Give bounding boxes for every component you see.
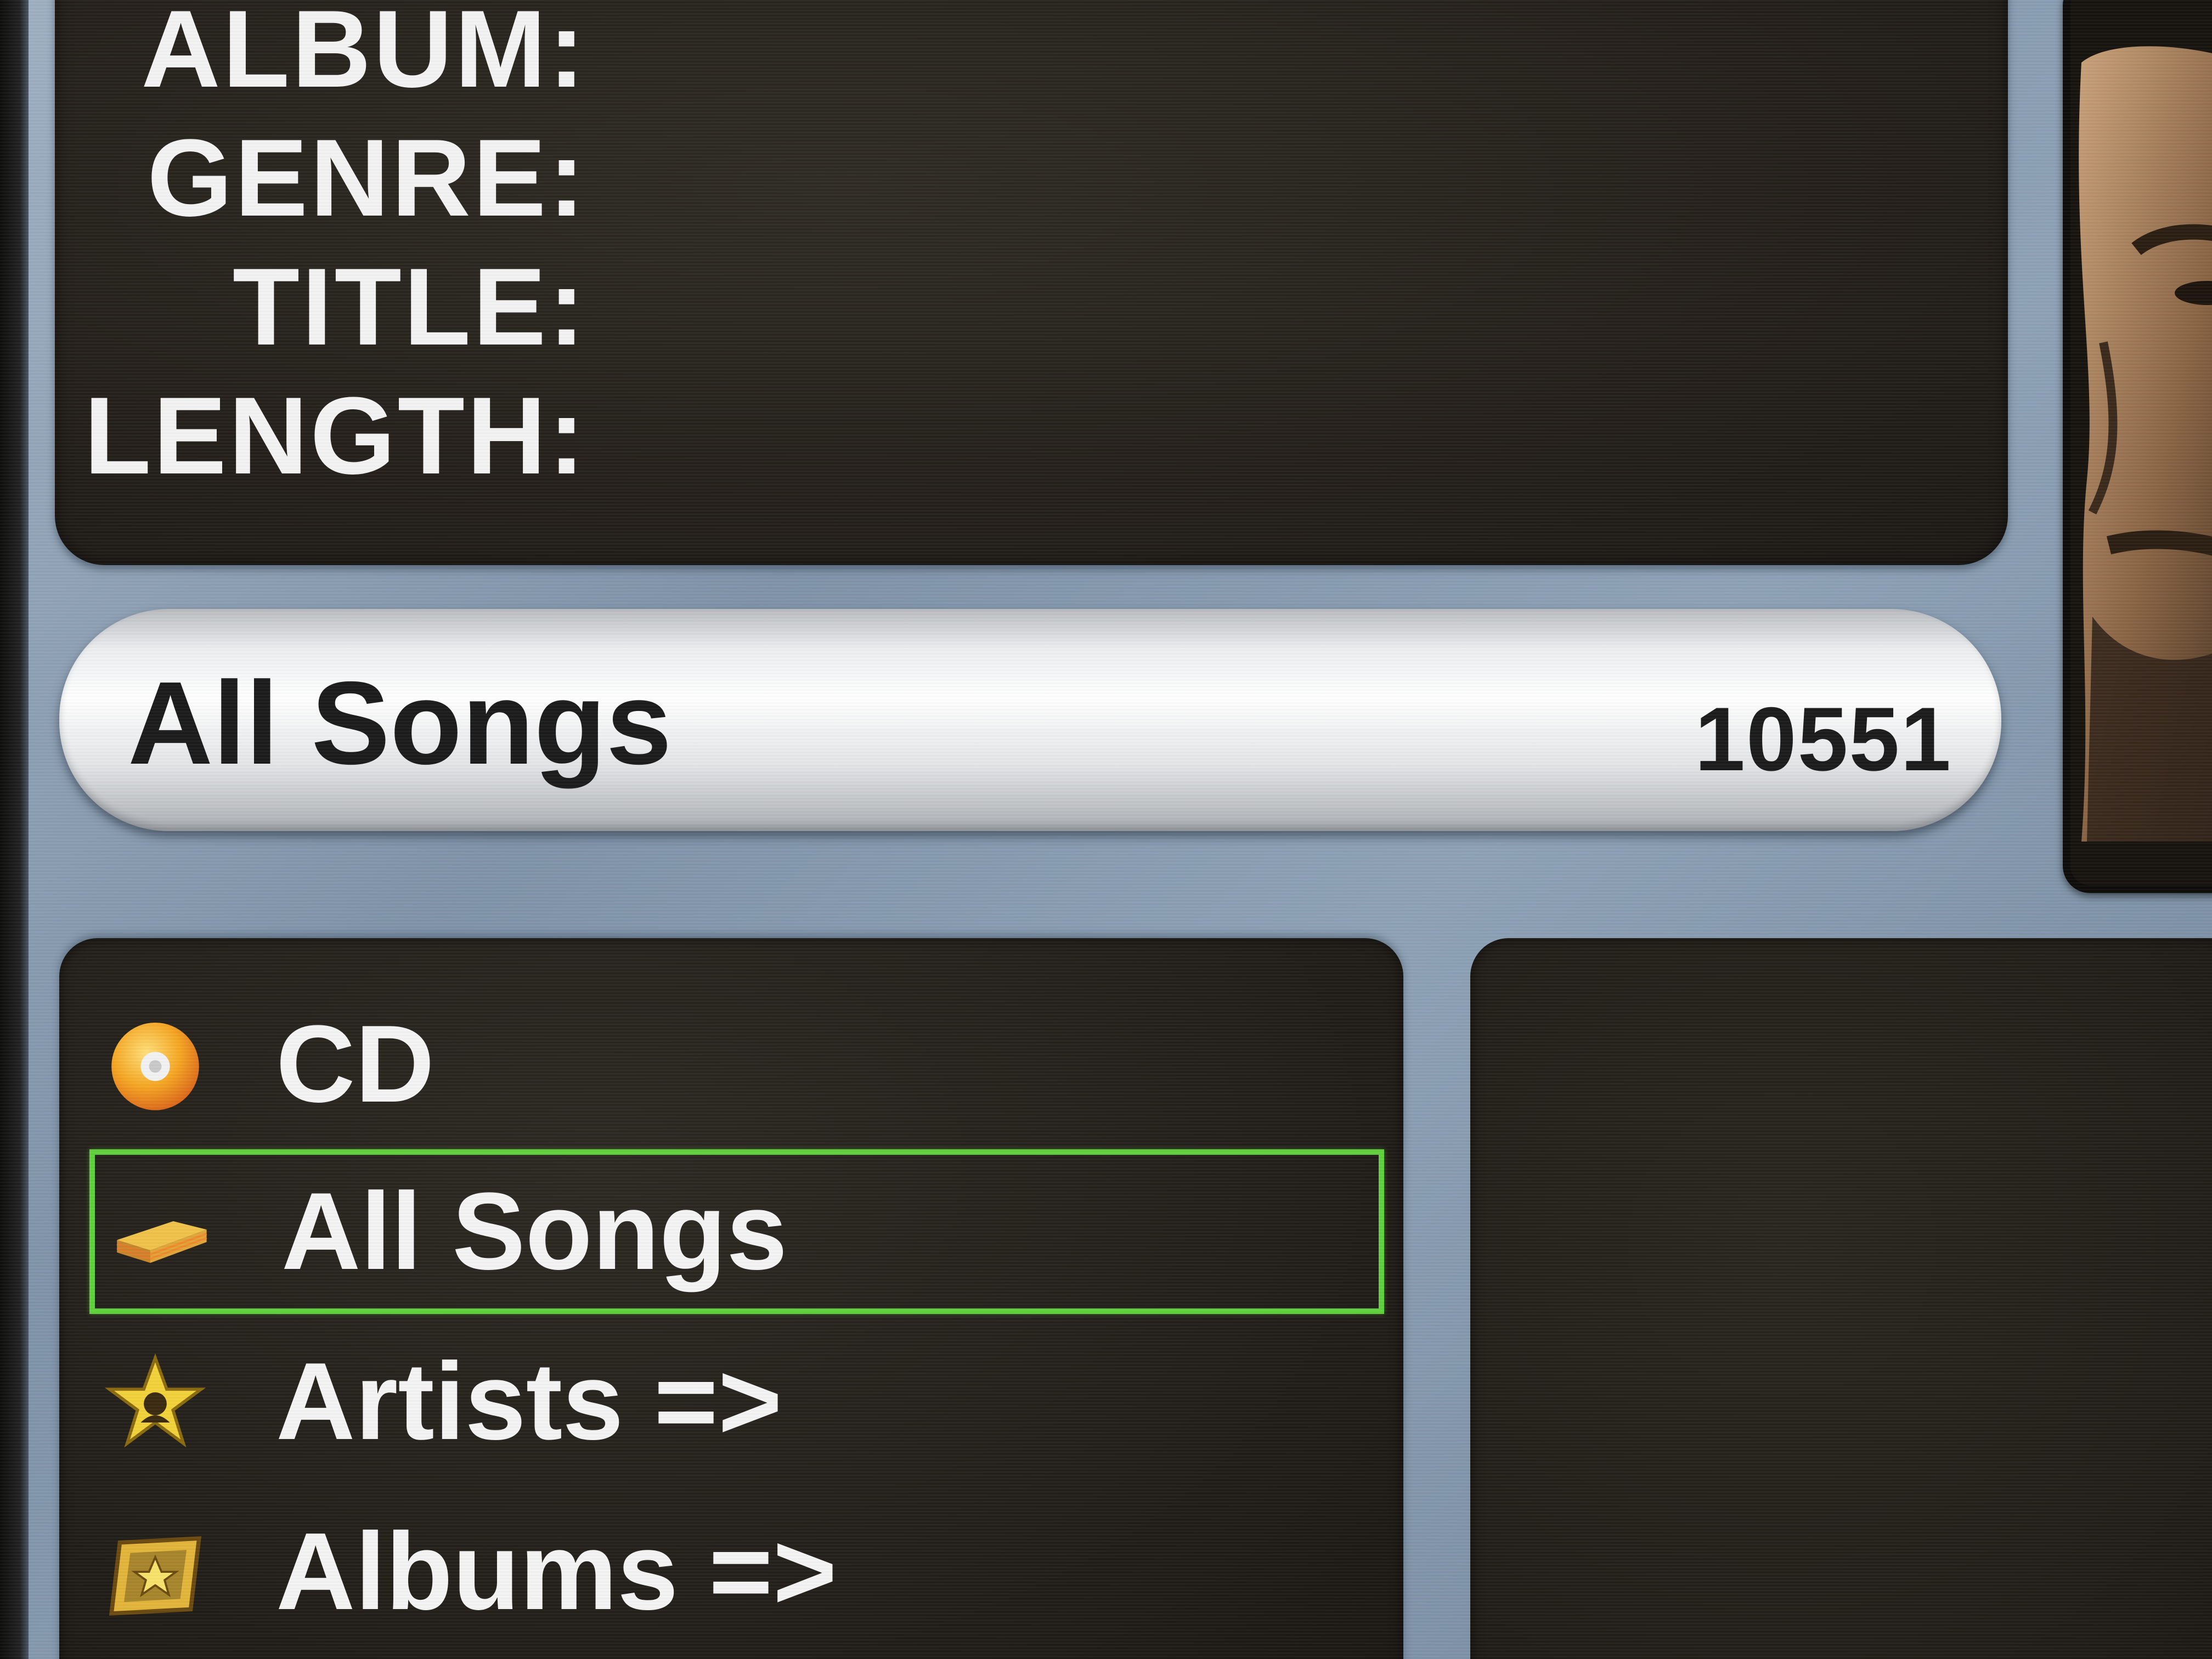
library-menu: CD All Songs Artists => Albums => (59, 938, 1403, 1659)
menu-item-label: Albums => (276, 1510, 837, 1633)
menu-item-all-songs[interactable]: All Songs (89, 1149, 1384, 1314)
media-player-screen: ALBUM: GENRE: TITLE: LENGTH: All Songs 1… (0, 0, 2212, 1659)
cd-icon (111, 1023, 199, 1110)
category-bar: All Songs 10551 (59, 609, 2001, 831)
menu-item-label: Artists => (276, 1340, 782, 1463)
menu-item-label: CD (276, 1003, 435, 1125)
track-info-panel: ALBUM: GENRE: TITLE: LENGTH: (55, 0, 2008, 565)
face-portrait-icon (2070, 0, 2212, 885)
star-icon (104, 1353, 206, 1448)
menu-item-cd[interactable]: CD (89, 982, 1384, 1147)
length-label: LENGTH: (84, 375, 587, 497)
song-count: 10551 (1695, 689, 1952, 789)
album-label: ALBUM: (141, 0, 587, 110)
album-art (2063, 0, 2212, 893)
menu-item-albums[interactable]: Albums => (89, 1489, 1384, 1654)
submenu-panel (1470, 938, 2212, 1659)
menu-item-label: All Songs (281, 1170, 788, 1293)
menu-item-artists[interactable]: Artists => (89, 1319, 1384, 1484)
category-name: All Songs (128, 657, 672, 789)
album-icon (109, 1536, 202, 1616)
left-bezel (0, 0, 29, 1659)
stack-icon (116, 1221, 207, 1263)
genre-label: GENRE: (147, 117, 587, 239)
title-label: TITLE: (232, 246, 587, 368)
